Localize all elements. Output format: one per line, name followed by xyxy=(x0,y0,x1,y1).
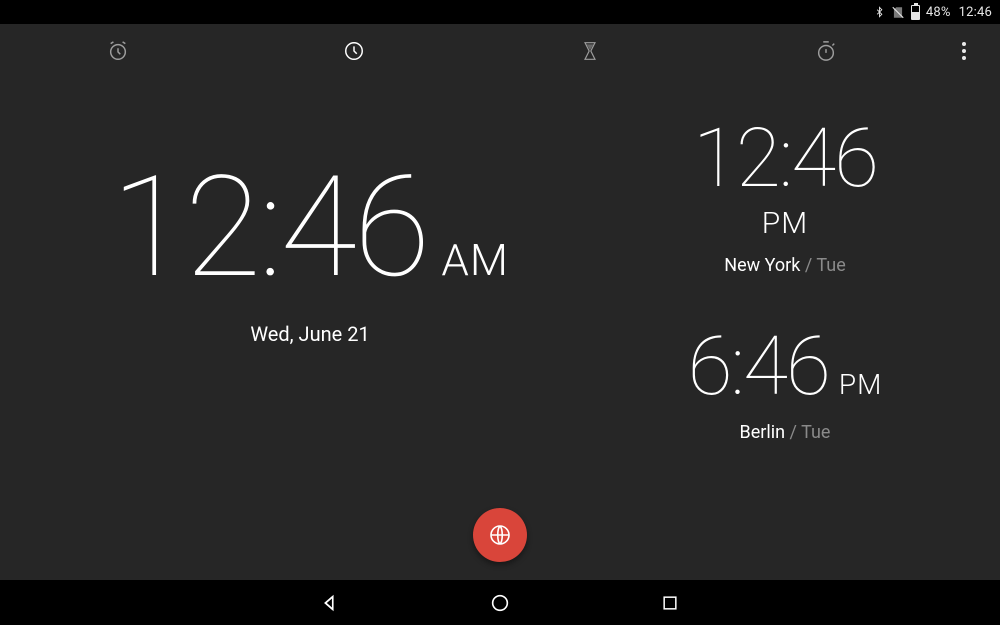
clock-app: 12:46 AM Wed, June 21 12:46 PM New York … xyxy=(0,24,1000,580)
overflow-menu-button[interactable] xyxy=(944,31,984,71)
battery-icon xyxy=(911,5,920,20)
world-clocks: 12:46 PM New York / Tue 6:46 PM Berlin /… xyxy=(630,118,940,443)
recents-button[interactable] xyxy=(650,583,690,623)
battery-percent: 48% xyxy=(926,5,951,20)
world-clock-item[interactable]: 6:46 PM Berlin / Tue xyxy=(630,326,940,443)
back-button[interactable] xyxy=(310,583,350,623)
add-world-clock-fab[interactable] xyxy=(473,508,527,562)
status-bar: 48% 12:46 xyxy=(0,0,1000,24)
tab-clock[interactable] xyxy=(236,24,472,78)
tab-alarm[interactable] xyxy=(0,24,236,78)
home-button[interactable] xyxy=(480,583,520,623)
world-ampm: PM xyxy=(762,206,808,241)
world-time: 12:46 xyxy=(693,118,877,200)
world-time: 6:46 xyxy=(688,326,829,408)
no-sim-icon xyxy=(891,5,905,20)
local-ampm: AM xyxy=(441,234,509,286)
local-clock: 12:46 AM Wed, June 21 xyxy=(0,78,620,346)
dots-vertical-icon xyxy=(962,42,966,46)
tab-timer[interactable] xyxy=(472,24,708,78)
bluetooth-icon xyxy=(874,4,885,20)
content-area: 12:46 AM Wed, June 21 12:46 PM New York … xyxy=(0,78,1000,580)
world-ampm: PM xyxy=(839,368,882,401)
status-time: 12:46 xyxy=(959,5,992,20)
tab-bar xyxy=(0,24,1000,78)
world-clock-item[interactable]: 12:46 PM New York / Tue xyxy=(630,118,940,276)
local-time: 12:46 xyxy=(111,158,427,298)
world-location: New York / Tue xyxy=(630,255,940,276)
local-date: Wed, June 21 xyxy=(0,322,620,346)
world-location: Berlin / Tue xyxy=(630,422,940,443)
globe-icon xyxy=(488,523,512,547)
navigation-bar xyxy=(0,580,1000,625)
tab-stopwatch[interactable] xyxy=(708,24,944,78)
